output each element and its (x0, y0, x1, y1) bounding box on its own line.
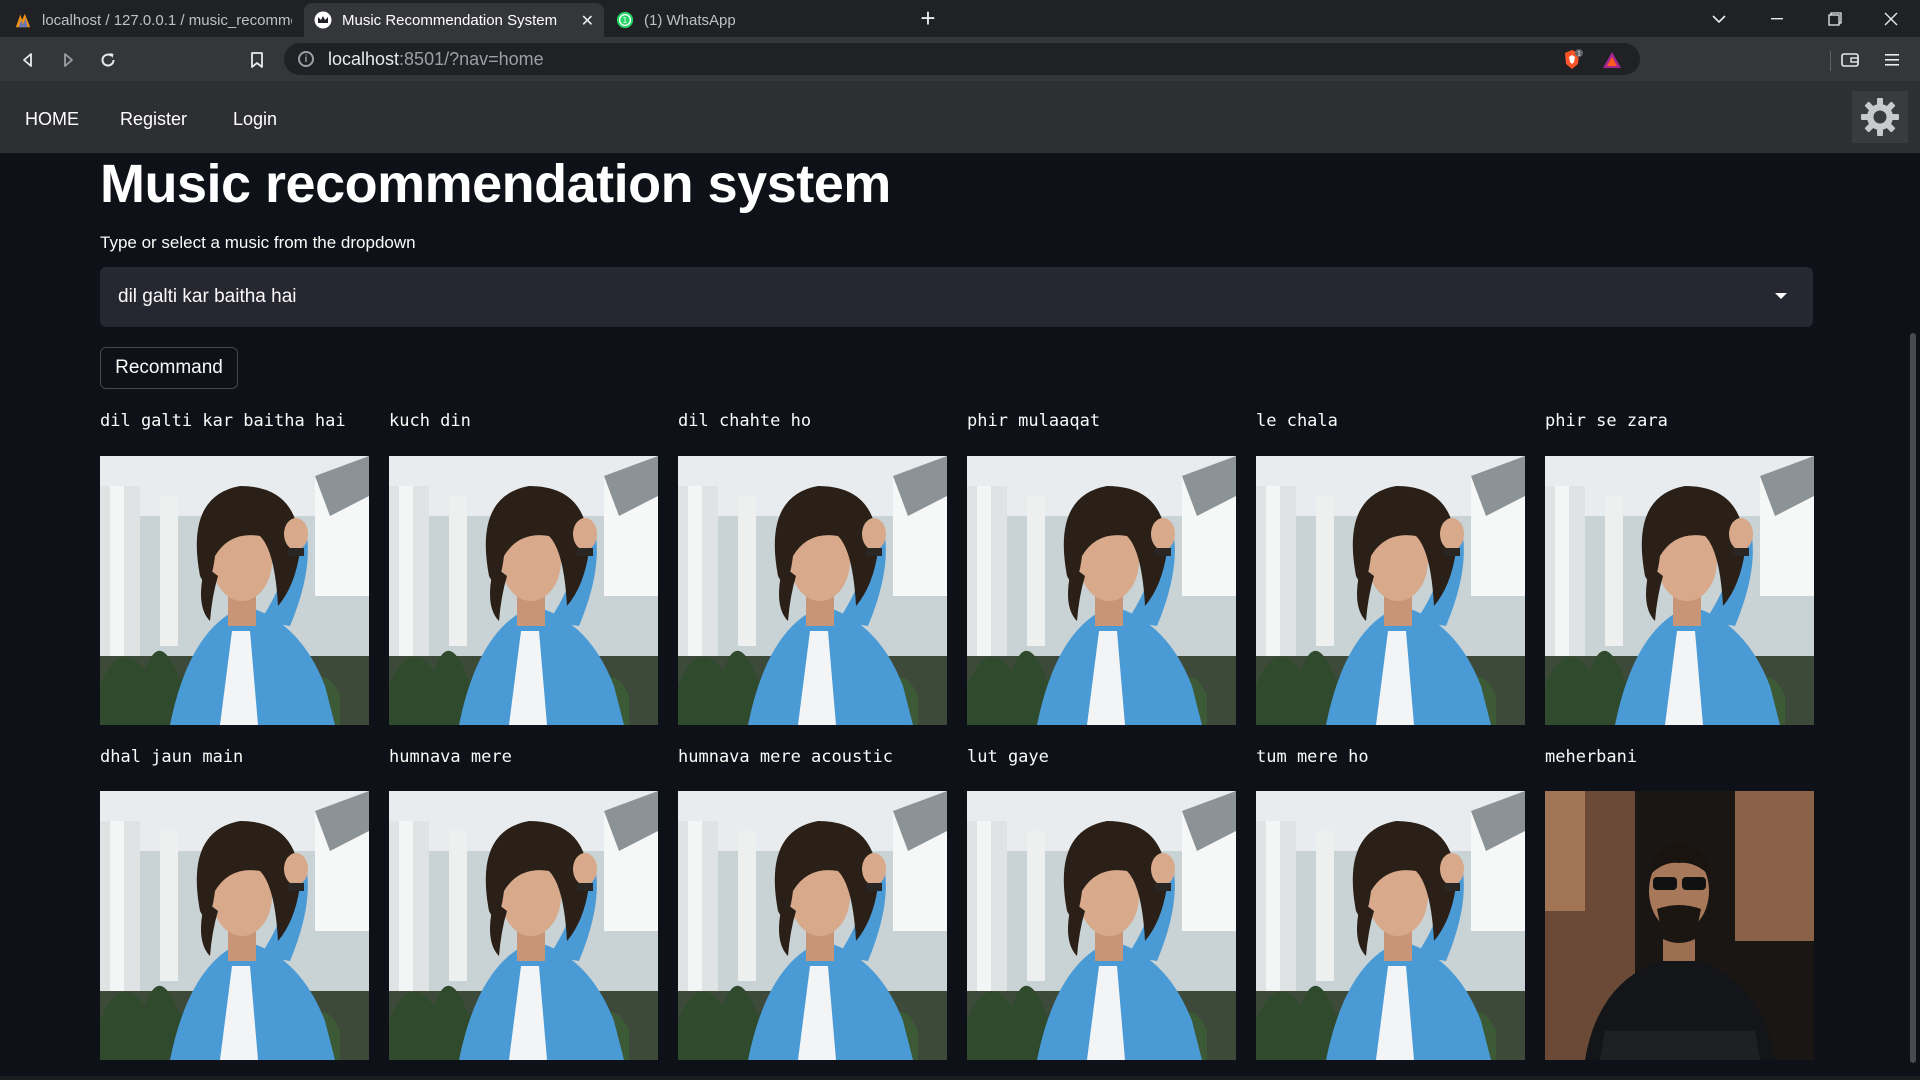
gear-icon (1861, 98, 1899, 136)
svg-text:1: 1 (622, 15, 627, 25)
recommend-button[interactable]: Recommand (100, 347, 238, 389)
select-label: Type or select a music from the dropdown (100, 233, 416, 252)
tab-label: (1) WhatsApp (644, 11, 736, 29)
artist-image (967, 791, 1236, 1060)
close-tab-icon[interactable]: ✕ (581, 11, 594, 31)
address-bar[interactable]: i localhost:8501/?nav=home (284, 43, 1831, 75)
restore-window-icon[interactable] (1806, 0, 1864, 37)
artist-image (967, 456, 1236, 725)
song-title: tum mere ho (1256, 747, 1369, 767)
artist-image (678, 791, 947, 1060)
browser-tab-strip: localhost / 127.0.0.1 / music_recomme Mu… (0, 0, 1920, 37)
artist-image (1256, 456, 1525, 725)
music-select-dropdown[interactable]: dil galti kar baitha hai (100, 267, 1813, 327)
url-path: :8501/?nav=home (399, 48, 544, 69)
selected-music-value: dil galti kar baitha hai (118, 286, 297, 307)
artist-image (1256, 791, 1525, 1060)
caret-down-icon[interactable] (1775, 293, 1787, 299)
url-host: localhost (328, 48, 400, 69)
divider (1830, 51, 1831, 71)
new-tab-button[interactable]: + (914, 3, 942, 33)
forward-icon[interactable] (54, 46, 82, 74)
song-title: kuch din (389, 411, 471, 431)
app-navbar: HOME Register Login (0, 81, 1920, 153)
song-title: dhal jaun main (100, 747, 244, 767)
nav-register-link[interactable]: Register (120, 109, 187, 130)
settings-button[interactable] (1852, 91, 1908, 143)
whatsapp-icon: 1 (616, 11, 634, 29)
tab-search-icon[interactable] (1690, 0, 1748, 37)
tab-label: Music Recommendation System (342, 11, 558, 29)
song-title: humnava mere acoustic (678, 747, 893, 767)
song-title: meherbani (1545, 747, 1638, 767)
page-title: Music recommendation system (100, 154, 891, 214)
nav-login-link[interactable]: Login (233, 109, 277, 130)
scrollbar[interactable] (1910, 333, 1916, 1063)
brave-rewards-icon[interactable] (1598, 46, 1626, 74)
minimize-window-icon[interactable] (1748, 0, 1806, 37)
artist-image (100, 791, 369, 1060)
svg-text:1: 1 (1577, 51, 1581, 58)
close-window-icon[interactable] (1862, 0, 1920, 37)
back-icon[interactable] (14, 46, 42, 74)
artist-image (1545, 456, 1814, 725)
tab-phpmyadmin[interactable]: localhost / 127.0.0.1 / music_recomme (4, 3, 302, 37)
main-content: Music recommendation system Type or sele… (0, 153, 1920, 1080)
nav-home-link[interactable]: HOME (25, 109, 79, 130)
tab-label: localhost / 127.0.0.1 / music_recomme (42, 11, 292, 29)
bookmark-icon[interactable] (243, 46, 271, 74)
browser-toolbar: i localhost:8501/?nav=home 1 (0, 37, 1920, 81)
artist-image (100, 456, 369, 725)
song-title: phir mulaaqat (967, 411, 1101, 431)
site-info-icon[interactable]: i (298, 51, 314, 67)
song-title: phir se zara (1545, 411, 1668, 431)
song-title: dil galti kar baitha hai (100, 411, 346, 431)
song-title: le chala (1256, 411, 1338, 431)
artist-image (389, 791, 658, 1060)
reload-icon[interactable] (94, 46, 122, 74)
wallet-icon[interactable] (1836, 46, 1864, 74)
brave-shields-icon[interactable]: 1 (1558, 46, 1586, 74)
menu-icon[interactable] (1878, 46, 1906, 74)
streamlit-crown-icon (314, 11, 332, 29)
phpmyadmin-icon (14, 11, 32, 29)
artist-image (389, 456, 658, 725)
song-title: dil chahte ho (678, 411, 812, 431)
artist-image (1545, 791, 1814, 1060)
artist-image (678, 456, 947, 725)
tab-music-recommendation[interactable]: Music Recommendation System ✕ (304, 3, 604, 37)
divider (0, 1076, 1920, 1080)
song-title: lut gaye (967, 747, 1049, 767)
tab-whatsapp[interactable]: 1 (1) WhatsApp (606, 3, 902, 37)
song-title: humnava mere (389, 747, 512, 767)
